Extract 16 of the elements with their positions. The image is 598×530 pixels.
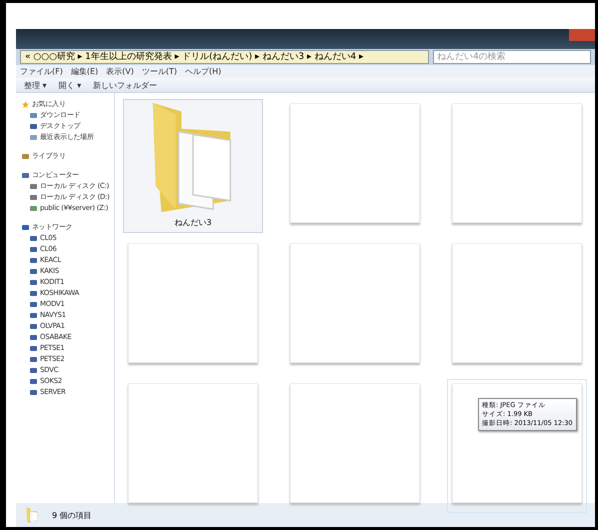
menu-item[interactable]: ヘルプ(H)	[185, 66, 222, 77]
address-bar[interactable]: « ○○○研究 ▸ 1年生以上の研究発表 ▸ ドリル(ねんだい) ▸ ねんだい3 ▸ ねんだい4 ▸	[20, 50, 429, 64]
menu-item[interactable]: 表示(V)	[106, 66, 134, 77]
status-text: 9 個の項目	[52, 510, 92, 520]
folder-item[interactable]: ねんだい3	[123, 99, 263, 233]
folder-name: ねんだい3	[174, 217, 212, 228]
close-button[interactable]	[569, 29, 595, 41]
toolbar-button[interactable]: 開く ▾	[58, 80, 82, 90]
menu-item[interactable]: ファイル(F)	[20, 66, 63, 77]
star-icon	[22, 100, 29, 108]
toolbar-button[interactable]: 整理 ▾	[24, 80, 47, 90]
search-field[interactable]: ねんだい4の検索	[433, 50, 591, 64]
toolbar-button[interactable]: 新しいフォルダー	[93, 80, 158, 90]
menu-item[interactable]: 編集(E)	[70, 66, 98, 77]
menu-item[interactable]: ツール(T)	[142, 66, 177, 77]
folder-icon	[26, 507, 38, 523]
